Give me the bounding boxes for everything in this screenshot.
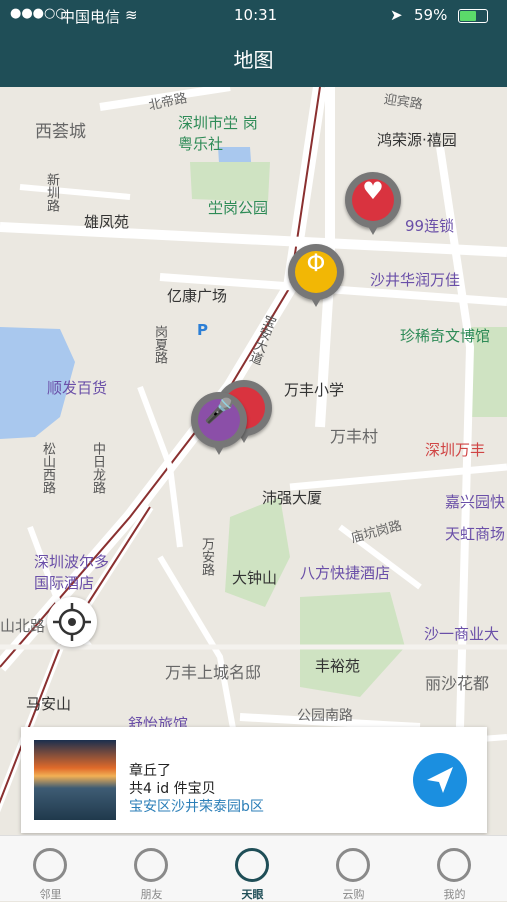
map-label: 嘉兴园快 — [445, 493, 506, 511]
parking-icon: P — [197, 321, 208, 339]
location-pin-icon — [33, 848, 67, 882]
map-label: 公园南路 — [297, 708, 353, 724]
map-label: 雄凤苑 — [84, 213, 130, 231]
eye-icon — [235, 848, 269, 882]
map-label: 中日龙路 — [90, 442, 105, 494]
map-label: 99连锁 — [405, 217, 455, 235]
wifi-icon: ≋ — [125, 6, 138, 24]
crosshair-icon — [53, 603, 91, 641]
tab-bar: 邻里 朋友 天眼 云购 我的 — [0, 835, 507, 901]
friends-icon — [134, 848, 168, 882]
map-label: 亿康广场 — [167, 287, 228, 305]
tab-neighbors[interactable]: 邻里 — [0, 836, 101, 901]
map-label: 万丰小学 — [284, 381, 345, 399]
heart-profile-icon — [437, 848, 471, 882]
map-label: 沛强大厦 — [262, 489, 323, 507]
map-pin-health[interactable]: ♥ — [342, 169, 404, 241]
page-title: 地图 — [233, 48, 274, 72]
map-label: 深圳市坣 岗粤乐社 — [178, 114, 258, 153]
status-bar: ●●●○○ 中国电信 ≋ 10:31 ➤ 59% — [0, 0, 507, 30]
paper-plane-icon — [427, 767, 453, 793]
cloud-shop-icon — [336, 848, 370, 882]
map-label: 山北路 — [0, 617, 46, 635]
map-label: 松山西路 — [40, 442, 55, 494]
map-label: 沙一商业大 — [424, 625, 500, 643]
signal-icon: ●●●○○ — [10, 6, 67, 21]
map-label: 鸿荣源·禧园 — [377, 131, 457, 149]
map-label: 新圳路 — [44, 173, 59, 212]
location-arrow-icon: ➤ — [390, 6, 403, 24]
battery-percent: 59% — [414, 6, 448, 24]
tab-friends[interactable]: 朋友 — [101, 836, 202, 901]
location-card[interactable]: 章丘了 共4 id 件宝贝 宝安区沙井荣泰园b区 — [21, 727, 487, 833]
map-label: 丰裕苑 — [315, 657, 361, 675]
map-label: 万丰上城名邸 — [165, 663, 262, 682]
card-title: 章丘了 — [129, 763, 171, 779]
carrier: 中国电信 — [60, 8, 121, 26]
map-label: 马安山 — [26, 695, 72, 713]
map-label: 天虹商场 — [445, 525, 506, 543]
coin-icon: Φ — [306, 249, 326, 277]
nav-bar: 地图 — [0, 30, 507, 87]
map-label: 坣岗公园 — [208, 199, 269, 217]
tab-sky-eye[interactable]: 天眼 — [202, 836, 303, 901]
heart-icon: ♥ — [362, 177, 384, 205]
map-label: 大钟山 — [232, 569, 278, 587]
map-label: 沙井华润万佳 — [370, 271, 461, 289]
map-label: 珍稀奇文博馆 — [400, 327, 491, 345]
map-label: 顺发百货 — [47, 379, 108, 397]
tab-cloud-buy[interactable]: 云购 — [303, 836, 404, 901]
map-label: 西荟城 — [35, 122, 86, 142]
map-label: 八方快捷酒店 — [300, 564, 391, 582]
card-address: 宝安区沙井荣泰园b区 — [129, 799, 264, 815]
map-label: 深圳波尔多 国际酒店 — [34, 553, 110, 592]
map-label: 万丰村 — [330, 427, 379, 446]
locate-button[interactable] — [47, 597, 97, 647]
map-label: 深圳万丰 — [425, 441, 486, 459]
location-thumbnail — [34, 740, 116, 820]
tab-me[interactable]: 我的 — [404, 836, 505, 901]
map-pin-music[interactable]: 🎤 — [188, 389, 250, 461]
map-view[interactable]: 西荟城 迎宾路 北帝路 深圳市坣 岗粤乐社 鸿荣源·禧园 新圳路 雄凤苑 坣岗公… — [0, 87, 507, 835]
map-pin-food[interactable]: Φ — [285, 241, 347, 313]
navigate-button[interactable] — [413, 753, 467, 807]
microphone-icon: 🎤 — [204, 397, 234, 425]
battery-icon — [458, 9, 488, 23]
time: 10:31 — [234, 6, 278, 24]
map-label: 万安路 — [199, 537, 214, 576]
map-label: 岗夏路 — [152, 325, 167, 364]
card-item-count: 共4 id 件宝贝 — [129, 781, 216, 797]
map-label: 丽沙花都 — [425, 674, 490, 693]
